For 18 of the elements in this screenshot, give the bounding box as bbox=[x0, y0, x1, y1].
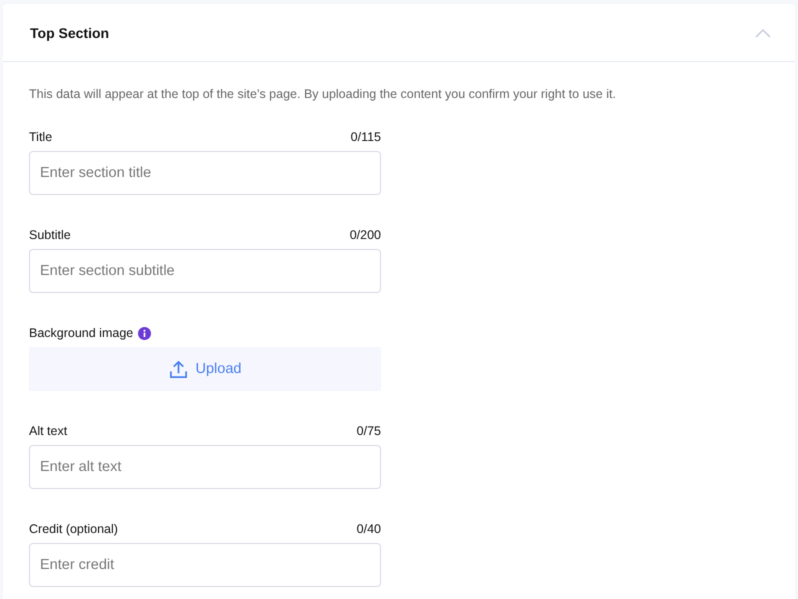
input-field[interactable]: Enter section subtitle bbox=[29, 249, 381, 293]
info-icon[interactable] bbox=[138, 326, 152, 340]
upload-button[interactable]: Upload bbox=[29, 347, 381, 391]
input-field[interactable]: Enter section title bbox=[29, 151, 381, 195]
field-label: Title bbox=[29, 130, 52, 144]
input-field[interactable]: Enter alt text bbox=[29, 445, 381, 489]
character-counter: 0/200 bbox=[350, 228, 381, 242]
character-counter: 0/40 bbox=[356, 522, 381, 536]
upload-icon bbox=[168, 360, 188, 378]
input-field[interactable]: Enter credit bbox=[29, 543, 381, 587]
section-title: Top Section bbox=[30, 24, 110, 40]
field-label: Alt text bbox=[29, 424, 68, 438]
field-label: Subtitle bbox=[29, 228, 71, 242]
field-label: Background image bbox=[29, 326, 134, 340]
description-text: This data will appear at the top of the site’s page. By uploading the content you confirm your right to use it. bbox=[29, 87, 617, 101]
character-counter: 0/75 bbox=[356, 424, 381, 438]
field-label: Credit (optional) bbox=[29, 522, 118, 536]
character-counter: 0/115 bbox=[350, 130, 381, 144]
